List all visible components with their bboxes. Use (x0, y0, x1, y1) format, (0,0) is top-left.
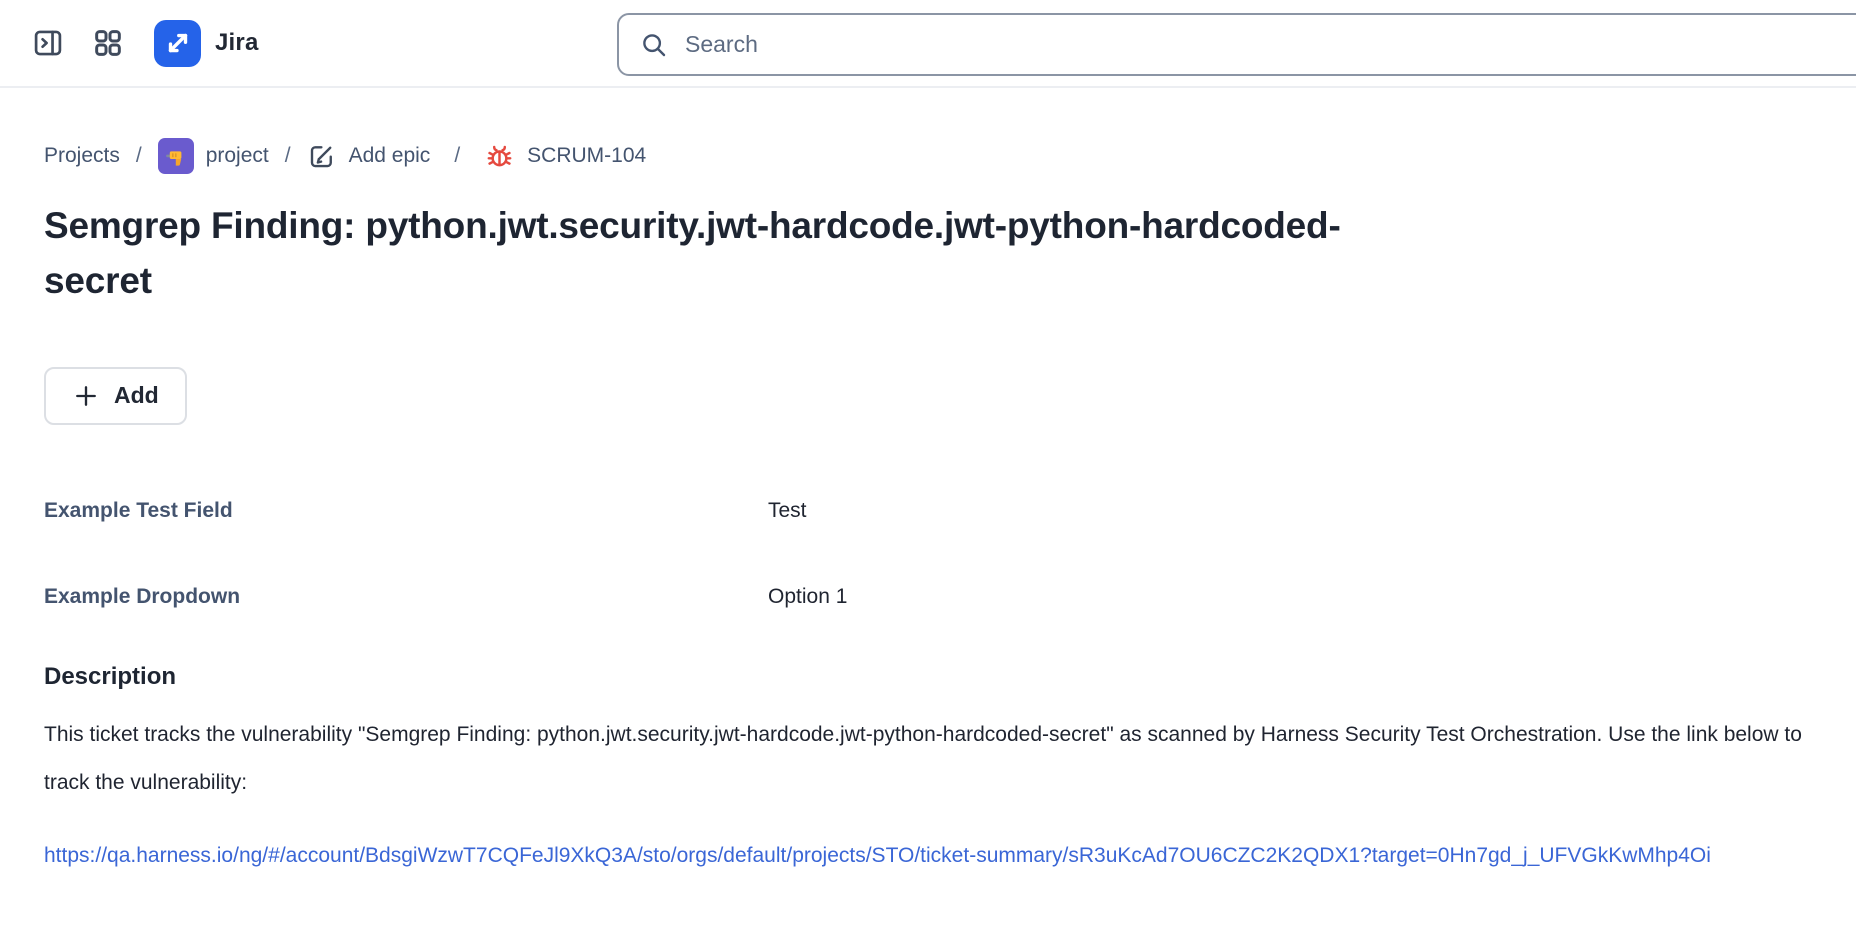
description-body: This ticket tracks the vulnerability "Se… (44, 711, 1812, 807)
sidebar-toggle-icon (31, 26, 65, 60)
add-button[interactable]: Add (44, 367, 187, 425)
app-switcher-button[interactable] (84, 19, 132, 67)
search-bar[interactable] (617, 13, 1856, 76)
sidebar-toggle-button[interactable] (24, 19, 72, 67)
jira-home-link[interactable]: Jira (154, 20, 259, 67)
app-grid-icon (91, 26, 125, 60)
description-heading: Description (44, 663, 1812, 691)
breadcrumb-item-projects[interactable]: Projects (44, 144, 120, 168)
breadcrumb-separator: / (454, 144, 460, 168)
breadcrumb-separator: / (136, 144, 142, 168)
bug-icon (484, 141, 515, 172)
breadcrumb: Projects / project / (44, 138, 1812, 174)
breadcrumb-item-add-epic[interactable]: Add epic (307, 141, 431, 171)
field-row: Example Test Field Test (44, 499, 1812, 523)
breadcrumb-item-issue-key[interactable]: SCRUM-104 (484, 141, 646, 172)
breadcrumb-item-project[interactable]: project (158, 138, 269, 174)
top-navigation-bar: Jira (0, 0, 1856, 88)
field-label: Example Dropdown (44, 585, 768, 609)
issue-view: Projects / project / (0, 138, 1856, 880)
issue-title: Semgrep Finding: python.jwt.security.jwt… (44, 198, 1444, 308)
field-label: Example Test Field (44, 499, 768, 523)
project-avatar-icon (158, 138, 194, 174)
breadcrumb-separator: / (285, 144, 291, 168)
field-row: Example Dropdown Option 1 (44, 585, 1812, 609)
search-icon (639, 30, 669, 60)
plus-icon (72, 382, 100, 410)
edit-icon (307, 141, 337, 171)
custom-fields: Example Test Field Test Example Dropdown… (44, 499, 1812, 609)
product-name: Jira (215, 29, 259, 57)
jira-logo-icon (154, 20, 201, 67)
field-value[interactable]: Option 1 (768, 585, 847, 609)
field-value[interactable]: Test (768, 499, 807, 523)
description-link[interactable]: https://qa.harness.io/ng/#/account/Bdsgi… (44, 832, 1812, 880)
search-input[interactable] (683, 30, 1856, 59)
add-button-label: Add (114, 382, 159, 409)
